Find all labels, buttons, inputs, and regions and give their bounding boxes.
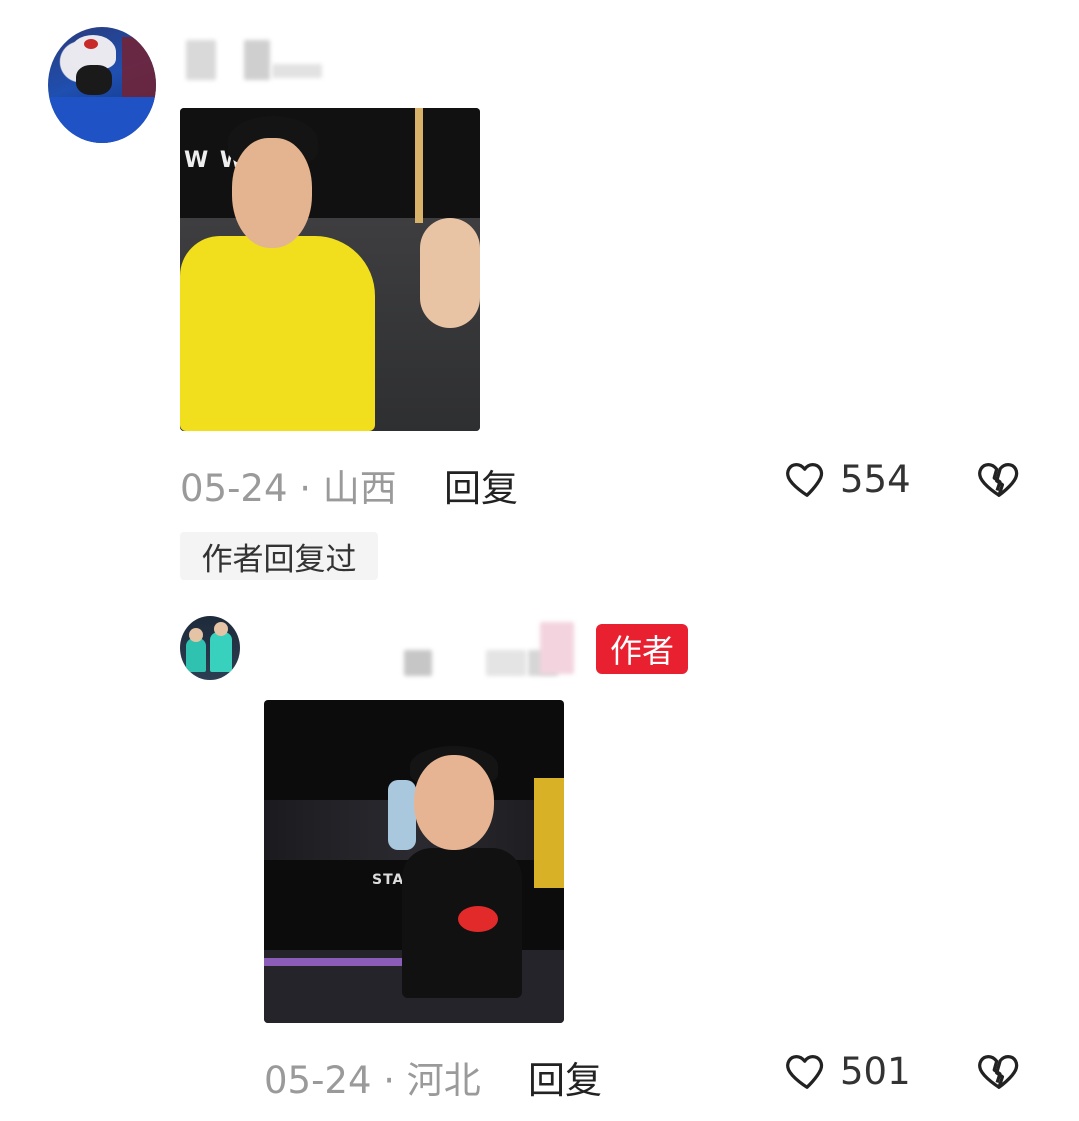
broken-heart-icon[interactable]: [976, 1047, 1022, 1093]
heart-outline-icon[interactable]: [784, 1047, 830, 1093]
reply-button[interactable]: 回复: [528, 1050, 602, 1104]
like-count: 501: [840, 1050, 911, 1093]
author-replied-tag[interactable]: 作者回复过: [180, 532, 378, 580]
comment-date-location: 05-24 · 河北: [264, 1059, 481, 1102]
author-avatar[interactable]: [180, 616, 240, 680]
reply-button[interactable]: 回复: [444, 458, 518, 512]
author-badge: 作者: [596, 624, 688, 674]
broken-heart-icon[interactable]: [976, 455, 1022, 501]
comment-date-location: 05-24 · 山西: [180, 467, 397, 510]
like-count: 554: [840, 458, 911, 501]
comment-image[interactable]: W W: [180, 108, 480, 431]
heart-outline-icon[interactable]: [784, 455, 830, 501]
comment-image[interactable]: STA: [264, 700, 564, 1023]
commenter-avatar[interactable]: [48, 27, 156, 143]
